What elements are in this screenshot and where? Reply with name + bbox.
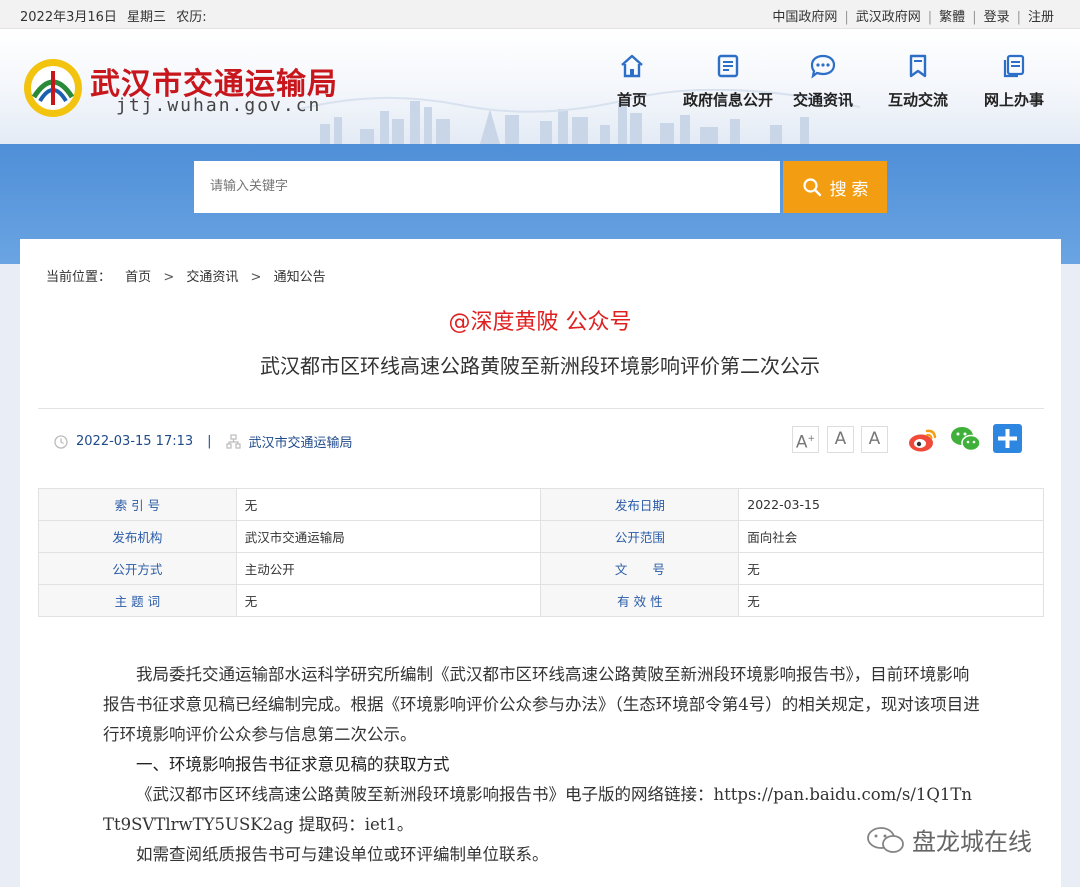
wechat-icon[interactable] (950, 424, 982, 454)
article-title: 武汉都市区环线高速公路黄陂至新洲段环境影响评价第二次公示 (260, 354, 820, 378)
copy-icon (1003, 54, 1025, 78)
search-button-label: 搜 索 (829, 179, 869, 199)
label-publish-date: 发布日期 (540, 488, 740, 521)
register-link[interactable]: 注册 (1028, 10, 1054, 25)
publish-datetime: 2022-03-15 17:13 (76, 434, 194, 449)
site-url: jtj.wuhan.gov.cn (116, 95, 322, 116)
bookmark-icon (909, 54, 927, 78)
nav-traffic-news[interactable]: 交通资讯 (773, 53, 873, 110)
breadcrumb-home[interactable]: 首页 (125, 270, 151, 285)
table-row: 索 引 号 无 发布日期 2022-03-15 (38, 488, 1044, 521)
nav-traffic-news-label: 交通资讯 (792, 91, 853, 109)
breadcrumb-traffic-news[interactable]: 交通资讯 (186, 270, 238, 285)
article-body: 我局委托交通运输部水运科学研究所编制《武汉都市区环线高速公路黄陂至新洲段环境影响… (103, 660, 983, 870)
label-disclosure-mode: 公开方式 (38, 552, 237, 585)
nav-gov-info[interactable]: 政府信息公开 (678, 53, 778, 110)
title-divider (38, 408, 1044, 409)
breadcrumb: 当前位置： 首页 > 交通资讯 > 通知公告 (46, 270, 326, 285)
nav-home-label: 首页 (616, 91, 647, 109)
link-china-gov[interactable]: 中国政府网 (772, 10, 837, 25)
value-publisher: 武汉市交通运输局 (235, 520, 542, 553)
home-icon (621, 54, 643, 78)
meta-divider: | (207, 434, 212, 449)
wechat-account-overlay: @深度黄陂 公众号 (448, 310, 632, 335)
body-paragraph-link[interactable]: 《武汉都市区环线高速公路黄陂至新洲段环境影响报告书》电子版的网络链接：https… (103, 780, 983, 840)
breadcrumb-prefix: 当前位置： (46, 270, 112, 285)
font-default-button[interactable]: A (827, 426, 854, 453)
label-doc-number: 文 号 (540, 552, 740, 585)
search-button[interactable]: 搜 索 (783, 161, 887, 213)
breadcrumb-notices[interactable]: 通知公告 (274, 270, 326, 285)
info-table: 索 引 号 无 发布日期 2022-03-15 发布机构 武汉市交通运输局 公开… (38, 488, 1044, 617)
watermark-text: 盘龙城在线 (912, 828, 1032, 856)
date-display: 2022年3月16日 星期三 农历: (20, 6, 213, 25)
clock-icon (54, 434, 68, 449)
body-paragraph-3: 如需查阅纸质报告书可与建设单位或环评编制单位联系。 (136, 845, 549, 864)
nav-online-service-label: 网上办事 (983, 91, 1044, 109)
nav-gov-info-label: 政府信息公开 (682, 91, 773, 109)
link-wuhan-gov[interactable]: 武汉政府网 (856, 10, 921, 25)
value-keywords: 无 (235, 584, 542, 617)
search-input[interactable] (194, 161, 780, 213)
table-row: 发布机构 武汉市交通运输局 公开范围 面向社会 (38, 520, 1044, 553)
document-icon (717, 54, 739, 78)
value-validity: 无 (738, 584, 1044, 617)
search-icon (803, 178, 821, 197)
font-increase-button[interactable]: A+ (792, 426, 819, 453)
value-disclosure-mode: 主动公开 (235, 552, 542, 585)
value-scope: 面向社会 (738, 520, 1044, 553)
label-validity: 有 效 性 (540, 584, 740, 617)
section-heading-1: 一、环境影响报告书征求意见稿的获取方式 (136, 755, 450, 774)
plus-share-icon[interactable] (993, 424, 1022, 453)
font-decrease-button[interactable]: A (861, 426, 888, 453)
nav-online-service[interactable]: 网上办事 (964, 53, 1064, 110)
value-index-no: 无 (235, 488, 542, 521)
source-watermark: 盘龙城在线 (866, 822, 1032, 857)
label-index-no: 索 引 号 (38, 488, 237, 521)
label-scope: 公开范围 (540, 520, 740, 553)
top-utility-bar: 2022年3月16日 星期三 农历: 中国政府网 | 武汉政府网 | 繁體 | 登录 | 注册 (0, 0, 1080, 29)
date-text: 2022年3月16日 (20, 10, 117, 25)
label-publisher: 发布机构 (38, 520, 237, 553)
nav-home[interactable]: 首页 (582, 53, 682, 110)
nav-interaction[interactable]: 互动交流 (868, 53, 968, 110)
article-meta: 2022-03-15 17:13 | 武汉市交通运输局 (54, 432, 353, 451)
label-keywords: 主 题 词 (38, 584, 237, 617)
site-header: 武汉市交通运输局 jtj.wuhan.gov.cn 首页 政府信息公开 交通资讯… (0, 29, 1080, 144)
body-paragraph-1: 我局委托交通运输部水运科学研究所编制《武汉都市区环线高速公路黄陂至新洲段环境影响… (103, 665, 980, 744)
chat-icon (810, 54, 836, 79)
org-icon (225, 434, 241, 449)
wuhan-transport-logo (24, 59, 82, 117)
top-links: 中国政府网 | 武汉政府网 | 繁體 | 登录 | 注册 (772, 10, 1054, 25)
link-traditional-chinese[interactable]: 繁體 (939, 10, 965, 25)
nav-interaction-label: 互动交流 (887, 91, 948, 109)
table-row: 公开方式 主动公开 文 号 无 (38, 552, 1044, 585)
wechat-outline-icon (867, 826, 904, 853)
publisher-name: 武汉市交通运输局 (248, 436, 353, 451)
login-link[interactable]: 登录 (984, 10, 1010, 25)
value-publish-date: 2022-03-15 (738, 488, 1044, 521)
weekday-text: 星期三 (127, 10, 167, 25)
value-doc-number: 无 (738, 552, 1044, 585)
lunar-text: 农历: (176, 10, 207, 25)
table-row: 主 题 词 无 有 效 性 无 (38, 584, 1044, 617)
weibo-icon[interactable] (907, 424, 939, 454)
